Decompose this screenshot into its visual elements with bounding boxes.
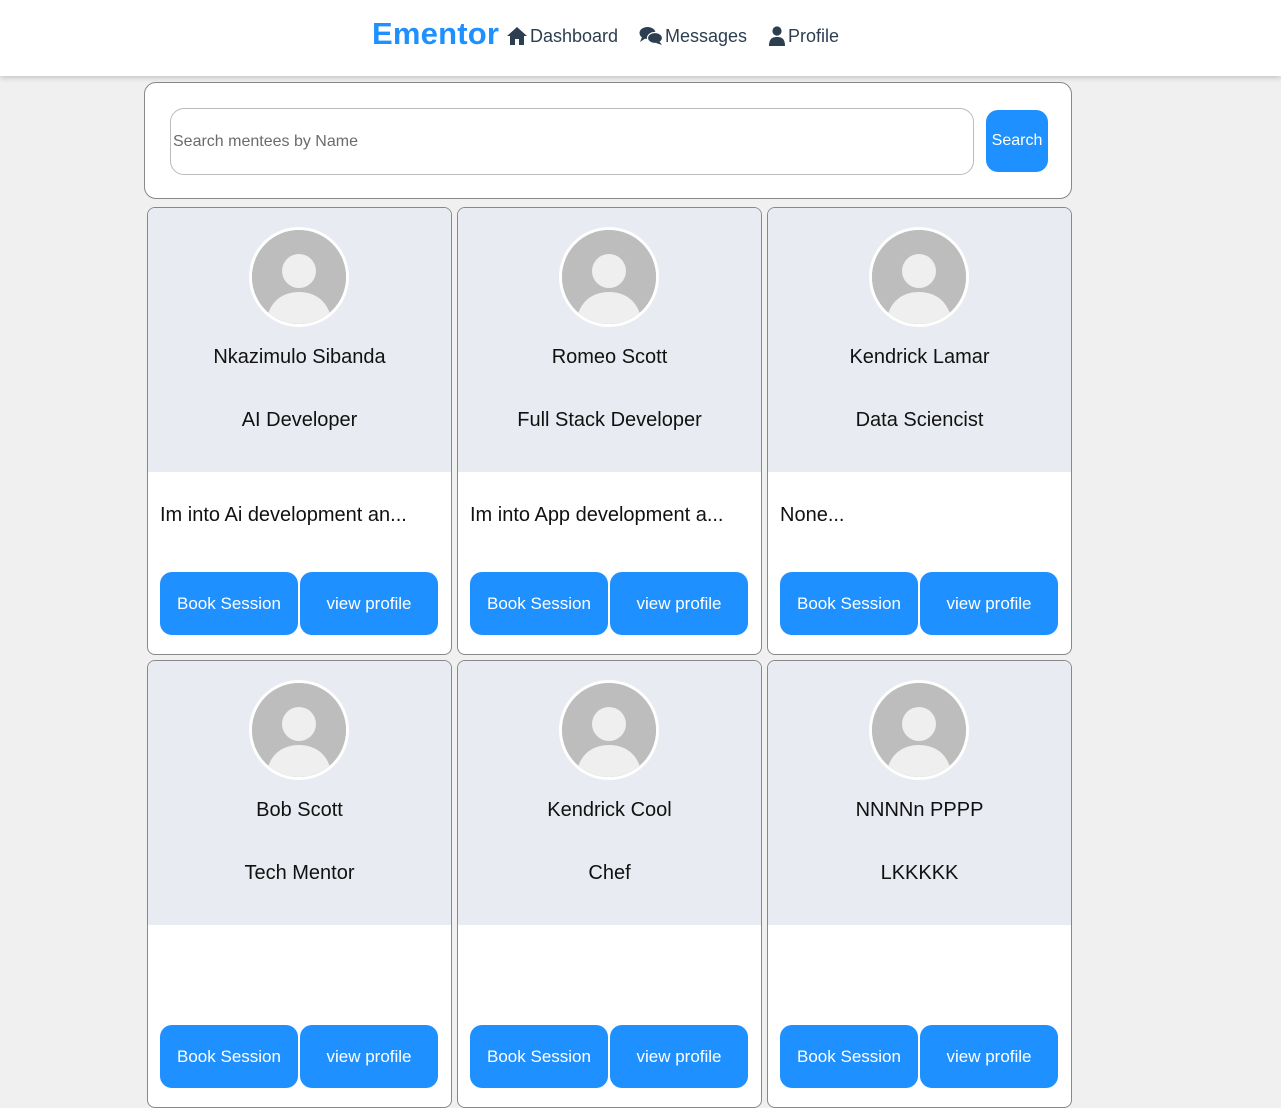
mentee-bio: None... [780,504,845,526]
mentee-card: Bob Scott Tech Mentor Book Session view … [147,660,452,1108]
nav-profile-link[interactable]: Profile [768,22,839,50]
default-avatar-icon [252,230,346,324]
nav-messages-link[interactable]: Messages [639,22,747,50]
search-panel: Search [144,82,1072,199]
default-avatar-icon [562,683,656,777]
avatar [869,227,969,327]
search-button[interactable]: Search [986,110,1048,172]
view-profile-button[interactable]: view profile [920,572,1058,635]
mentee-name: Kendrick Cool [547,799,672,821]
home-icon [506,26,530,46]
search-input[interactable] [170,108,974,175]
book-session-button[interactable]: Book Session [160,572,298,635]
mentee-name: NNNNn PPPP [855,799,984,821]
view-profile-button[interactable]: view profile [300,572,438,635]
brand-logo[interactable]: Ementor [372,16,499,52]
avatar [249,227,349,327]
book-session-button[interactable]: Book Session [780,572,918,635]
mentee-name: Kendrick Lamar [849,346,990,368]
avatar [249,680,349,780]
book-session-button[interactable]: Book Session [470,572,608,635]
default-avatar-icon [252,683,346,777]
view-profile-button[interactable]: view profile [300,1025,438,1088]
nav-messages-label: Messages [665,25,748,46]
nav-dashboard-link[interactable]: Dashboard [506,22,618,50]
avatar [559,227,659,327]
default-avatar-icon [562,230,656,324]
mentee-name: Romeo Scott [551,346,668,368]
comments-icon [639,26,665,46]
view-profile-button[interactable]: view profile [610,1025,748,1088]
nav-dashboard-label: Dashboard [530,25,619,46]
view-profile-button[interactable]: view profile [920,1025,1058,1088]
mentee-card: NNNNn PPPP LKKKKK Book Session view prof… [767,660,1072,1108]
mentee-role: Tech Mentor [244,862,355,884]
mentee-card: Romeo Scott Full Stack Developer Im into… [457,207,762,655]
mentee-role: LKKKKK [880,862,959,884]
book-session-button[interactable]: Book Session [160,1025,298,1088]
mentee-name: Bob Scott [256,799,343,821]
mentee-role: Full Stack Developer [517,409,702,431]
mentee-card: Kendrick Cool Chef Book Session view pro… [457,660,762,1108]
view-profile-button[interactable]: view profile [610,572,748,635]
mentee-role: AI Developer [241,409,358,431]
avatar [559,680,659,780]
user-icon [768,26,788,46]
book-session-button[interactable]: Book Session [780,1025,918,1088]
mentee-card: Kendrick Lamar Data Sciencist None... Bo… [767,207,1072,655]
top-navbar: Ementor Dashboard Messages Profile [0,0,1281,76]
mentee-role: Data Sciencist [855,409,984,431]
book-session-button[interactable]: Book Session [470,1025,608,1088]
mentee-card: Nkazimulo Sibanda AI Developer Im into A… [147,207,452,655]
mentee-bio: Im into Ai development an... [160,504,407,526]
mentee-bio: Im into App development a... [470,504,724,526]
mentee-name: Nkazimulo Sibanda [213,346,386,368]
nav-profile-label: Profile [788,25,840,46]
default-avatar-icon [872,230,966,324]
avatar [869,680,969,780]
default-avatar-icon [872,683,966,777]
mentee-role: Chef [588,862,631,884]
